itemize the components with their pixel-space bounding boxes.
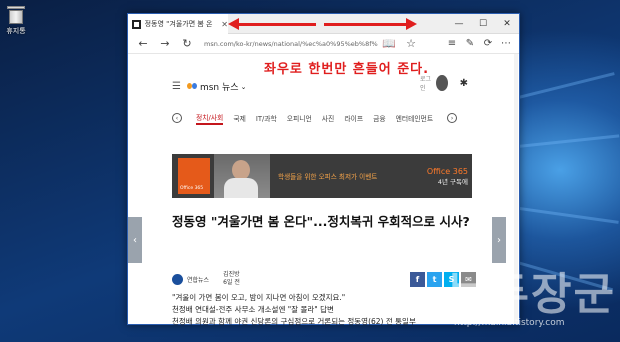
category-opinion[interactable]: 오피니언 xyxy=(287,113,312,123)
office-ad-banner[interactable]: Office 365 학생들을 위한 오피스 최저가 이벤트 Office 36… xyxy=(172,154,472,198)
agency-name[interactable]: 연합뉴스 xyxy=(187,275,209,284)
previous-article-chevron-icon[interactable]: ‹ xyxy=(128,217,142,263)
recycle-bin-shortcut[interactable]: 휴지통 xyxy=(3,4,29,36)
watermark-title: 녹두장군 xyxy=(446,269,616,320)
recycle-bin-label: 휴지통 xyxy=(6,27,26,35)
sign-in-link[interactable]: 로그인 xyxy=(420,74,432,92)
address-bar[interactable]: msn.com/ko-kr/news/national/%ec%a0%95%eb… xyxy=(198,40,378,48)
ad-headline: Office 365 xyxy=(426,166,468,176)
office-box-label: Office 365 xyxy=(180,186,204,191)
tab-title: 정동영 "겨울가면 봄 온 xyxy=(144,20,213,28)
publish-time: 6일 전 xyxy=(223,279,240,286)
article-byline: 연합뉴스 김진방 6일 전 f t S ✉ xyxy=(172,268,476,290)
chevron-left-icon[interactable]: ‹ xyxy=(172,113,182,123)
facebook-icon[interactable]: f xyxy=(410,271,425,287)
favorite-star-icon[interactable]: ☆ xyxy=(400,37,422,50)
close-button[interactable]: ✕ xyxy=(495,14,519,34)
agency-logo-icon xyxy=(172,273,183,285)
avatar-icon[interactable] xyxy=(436,75,448,91)
category-nav: ‹ 정치/사회 국제 IT/과학 오피니언 사진 라이프 금융 엔터테인먼트 › xyxy=(172,110,476,126)
gear-icon[interactable]: ✱ xyxy=(460,78,468,89)
article-paragraph: "겨울이 가면 봄이 오고, 밤이 지나면 아침이 오겠지요." xyxy=(172,293,346,302)
more-icon[interactable]: ⋯ xyxy=(497,38,515,49)
ad-person-image xyxy=(214,154,270,198)
article-paragraph: 천정배 의원과 함께 야권 신당론의 구심점으로 거론되는 정동영(62) 전 … xyxy=(172,317,416,326)
user-area: 로그인 ✱ xyxy=(420,74,468,92)
category-life[interactable]: 라이프 xyxy=(344,113,363,123)
article-headline: 정동영 "겨울가면 봄 온다"...정치복귀 우회적으로 시사? xyxy=(172,214,470,229)
recycle-bin-icon xyxy=(7,4,25,24)
tab-close-icon[interactable]: ✕ xyxy=(221,20,228,29)
msn-butterfly-icon xyxy=(186,82,197,91)
category-photo[interactable]: 사진 xyxy=(322,113,335,123)
watermark-url: http://mainia.tistory.com xyxy=(454,318,565,328)
office-box-icon: Office 365 xyxy=(178,158,210,194)
msn-favicon-icon xyxy=(132,19,141,29)
browser-tab[interactable]: 정동영 "겨울가면 봄 온 ✕ xyxy=(128,14,228,34)
category-world[interactable]: 국제 xyxy=(233,113,246,123)
msn-header: ☰ msn 뉴스 ⌄ xyxy=(172,80,246,93)
minimize-button[interactable]: — xyxy=(447,14,471,34)
category-it-science[interactable]: IT/과학 xyxy=(256,113,277,123)
left-arrow-shaft xyxy=(236,23,316,26)
category-politics[interactable]: 정치/사회 xyxy=(196,112,224,125)
title-bar[interactable]: 정동영 "겨울가면 봄 온 ✕ — ☐ ✕ xyxy=(128,14,519,34)
forward-icon[interactable]: → xyxy=(154,37,176,50)
web-note-icon[interactable]: ✎ xyxy=(461,38,479,49)
chevron-down-icon[interactable]: ⌄ xyxy=(241,83,247,91)
category-finance[interactable]: 금융 xyxy=(373,113,386,123)
annotation-text: 좌우로 한번만 흔들어 준다. xyxy=(264,62,430,77)
msn-brand[interactable]: msn 뉴스 xyxy=(200,80,239,93)
ad-copy: 학생들을 위한 오피스 최저가 이벤트 xyxy=(278,173,378,181)
next-article-chevron-icon[interactable]: › xyxy=(492,217,506,263)
right-arrow-shaft xyxy=(324,23,408,26)
share-icon[interactable]: ⟳ xyxy=(479,38,497,49)
chevron-right-icon[interactable]: › xyxy=(447,113,458,123)
category-entertainment[interactable]: 엔터테인먼트 xyxy=(396,113,434,123)
author-name: 김진방 xyxy=(223,271,240,278)
twitter-icon[interactable]: t xyxy=(427,271,442,287)
article-paragraph: 천정배 연대설-전주 사무소 개소설엔 "잘 몰라" 답변 xyxy=(172,305,334,314)
maximize-button[interactable]: ☐ xyxy=(471,14,495,34)
reading-view-icon[interactable]: 📖 xyxy=(378,37,400,50)
refresh-icon[interactable]: ↻ xyxy=(176,37,198,50)
menu-icon[interactable]: ☰ xyxy=(172,81,181,92)
right-arrow-icon xyxy=(406,18,417,30)
ad-subtext: 4년 구독에 xyxy=(437,177,468,186)
hub-icon[interactable]: ≡ xyxy=(443,38,461,49)
navigation-bar: ← → ↻ msn.com/ko-kr/news/national/%ec%a0… xyxy=(128,34,519,54)
back-icon[interactable]: ← xyxy=(132,37,154,50)
